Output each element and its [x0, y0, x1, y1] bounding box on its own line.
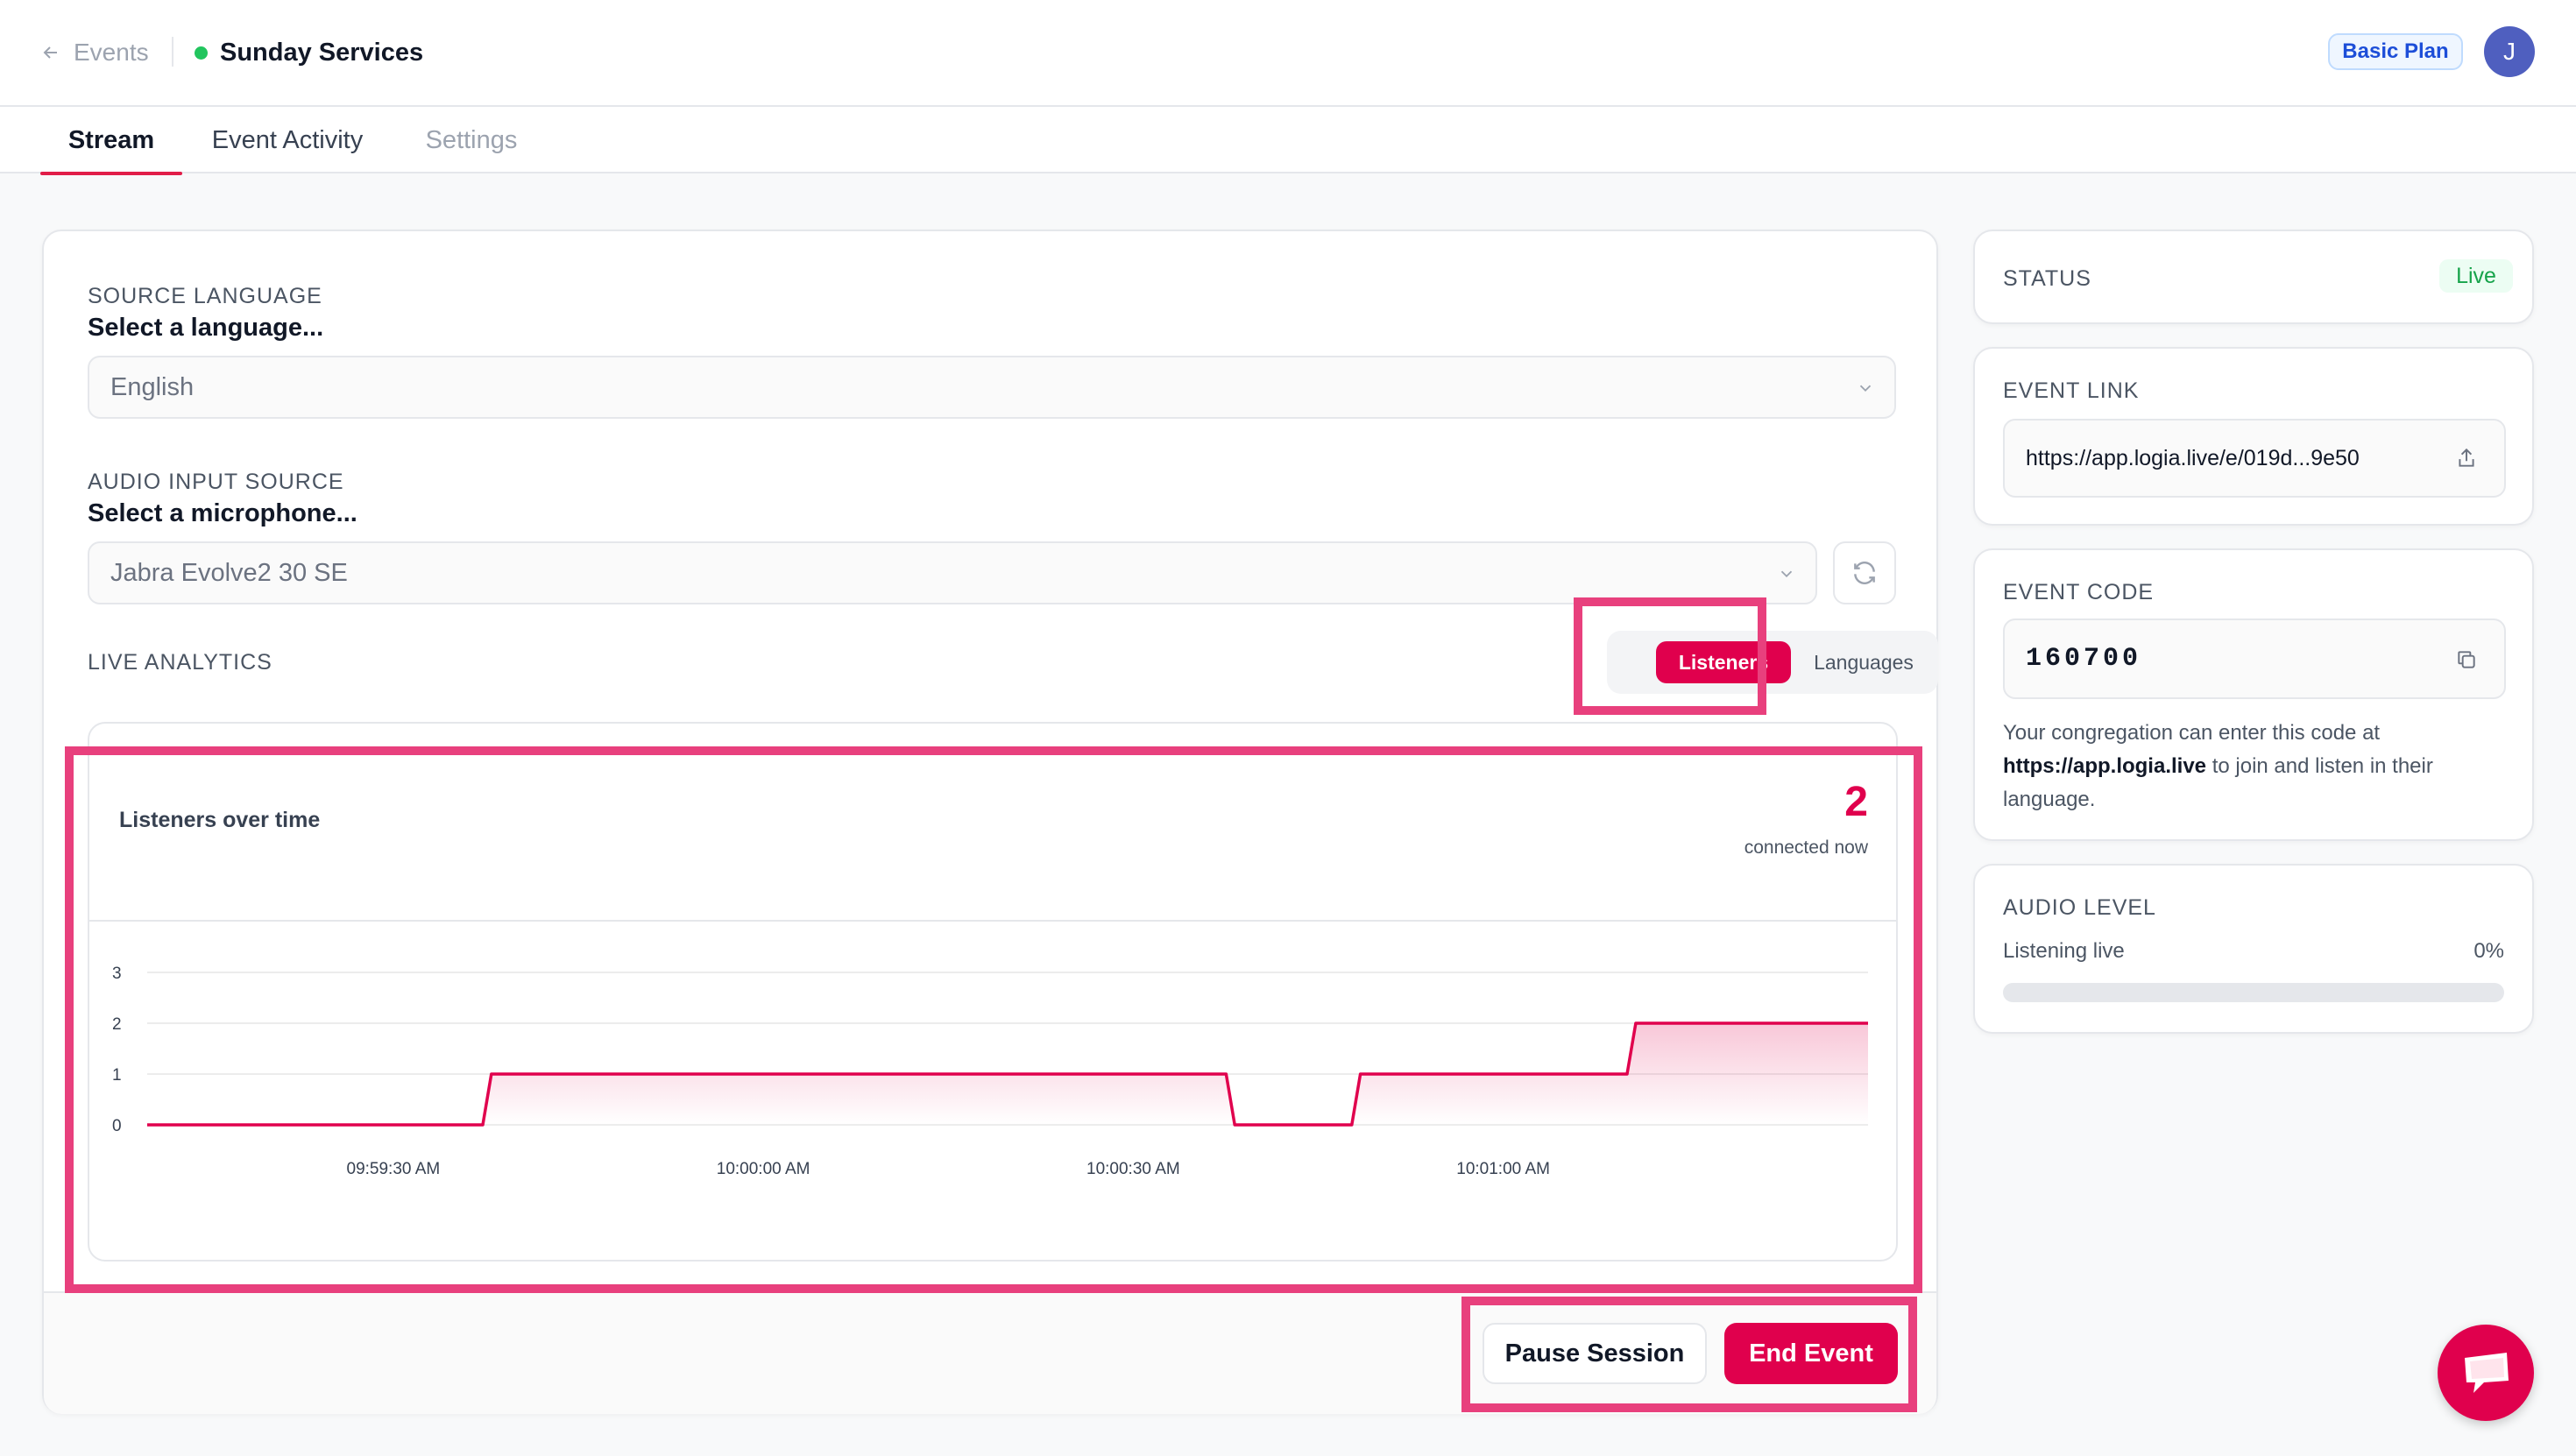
chevron-down-icon: [1780, 570, 1793, 578]
audio-input-hint: Select a microphone...: [88, 499, 357, 527]
user-avatar[interactable]: J: [2484, 26, 2535, 77]
plan-badge[interactable]: Basic Plan: [2328, 33, 2463, 70]
status-badge: Live: [2439, 259, 2513, 293]
status-label: STATUS: [2003, 266, 2091, 291]
event-link-field[interactable]: https://app.logia.live/e/019d...9e50: [2003, 419, 2506, 498]
highlight-listeners-toggle: [1574, 597, 1766, 715]
event-code-field[interactable]: 160700: [2003, 618, 2506, 699]
refresh-devices-button[interactable]: [1833, 541, 1896, 604]
audio-level-label: AUDIO LEVEL: [2003, 895, 2156, 920]
event-code-hint-before: Your congregation can enter this code at: [2003, 721, 2381, 745]
refresh-icon: [1854, 562, 1875, 584]
chevron-down-icon: [1859, 385, 1872, 392]
audio-input-label: AUDIO INPUT SOURCE: [88, 470, 344, 494]
source-language-select[interactable]: English: [88, 356, 1896, 419]
audio-level-card: AUDIO LEVEL Listening live 0%: [1973, 864, 2534, 1034]
copy-icon[interactable]: [2455, 648, 2478, 671]
highlight-listeners-chart: [65, 746, 1922, 1293]
audio-input-select[interactable]: Jabra Evolve2 30 SE: [88, 541, 1817, 604]
header-divider: [172, 37, 173, 67]
source-language-label: SOURCE LANGUAGE: [88, 284, 322, 308]
event-link-label: EVENT LINK: [2003, 378, 2140, 403]
event-code-hint-link[interactable]: https://app.logia.live: [2003, 754, 2206, 778]
source-language-hint: Select a language...: [88, 314, 324, 342]
audio-input-value: Jabra Evolve2 30 SE: [110, 558, 348, 587]
source-language-value: English: [110, 372, 195, 401]
arrow-left-icon: [43, 46, 57, 59]
tab-bar: Stream Event Activity Settings: [0, 107, 2576, 175]
back-label: Events: [74, 39, 149, 66]
back-to-events-link[interactable]: Events: [40, 35, 149, 70]
share-icon[interactable]: [2455, 447, 2478, 470]
audio-level-row: Listening live 0%: [2003, 939, 2504, 964]
status-card: STATUS Live: [1973, 230, 2534, 324]
highlight-session-actions: [1461, 1297, 1917, 1412]
tab-stream[interactable]: Stream: [40, 107, 182, 175]
audio-level-status: Listening live: [2003, 939, 2125, 963]
app-header: Events Sunday Services Basic Plan J: [0, 0, 2576, 107]
event-title-text: Sunday Services: [220, 38, 424, 67]
languages-toggle-button[interactable]: Languages: [1807, 641, 1921, 683]
live-analytics-label: LIVE ANALYTICS: [88, 650, 272, 675]
event-code-value: 160700: [2026, 644, 2142, 674]
tab-event-activity[interactable]: Event Activity: [200, 107, 375, 173]
chat-icon: [2465, 1353, 2509, 1393]
live-status-dot: [195, 46, 208, 60]
tab-settings: Settings: [425, 125, 518, 154]
event-code-card: EVENT CODE 160700 Your congregation can …: [1973, 548, 2534, 841]
audio-level-percent: 0%: [2473, 939, 2504, 963]
event-link-card: EVENT LINK https://app.logia.live/e/019d…: [1973, 347, 2534, 526]
chat-support-button[interactable]: [2438, 1325, 2534, 1421]
event-code-hint: Your congregation can enter this code at…: [2003, 717, 2511, 816]
event-code-label: EVENT CODE: [2003, 580, 2155, 604]
audio-level-meter: [2003, 983, 2504, 1002]
event-link-url: https://app.logia.live/e/019d...9e50: [2026, 445, 2360, 470]
event-title: Sunday Services: [195, 33, 423, 72]
